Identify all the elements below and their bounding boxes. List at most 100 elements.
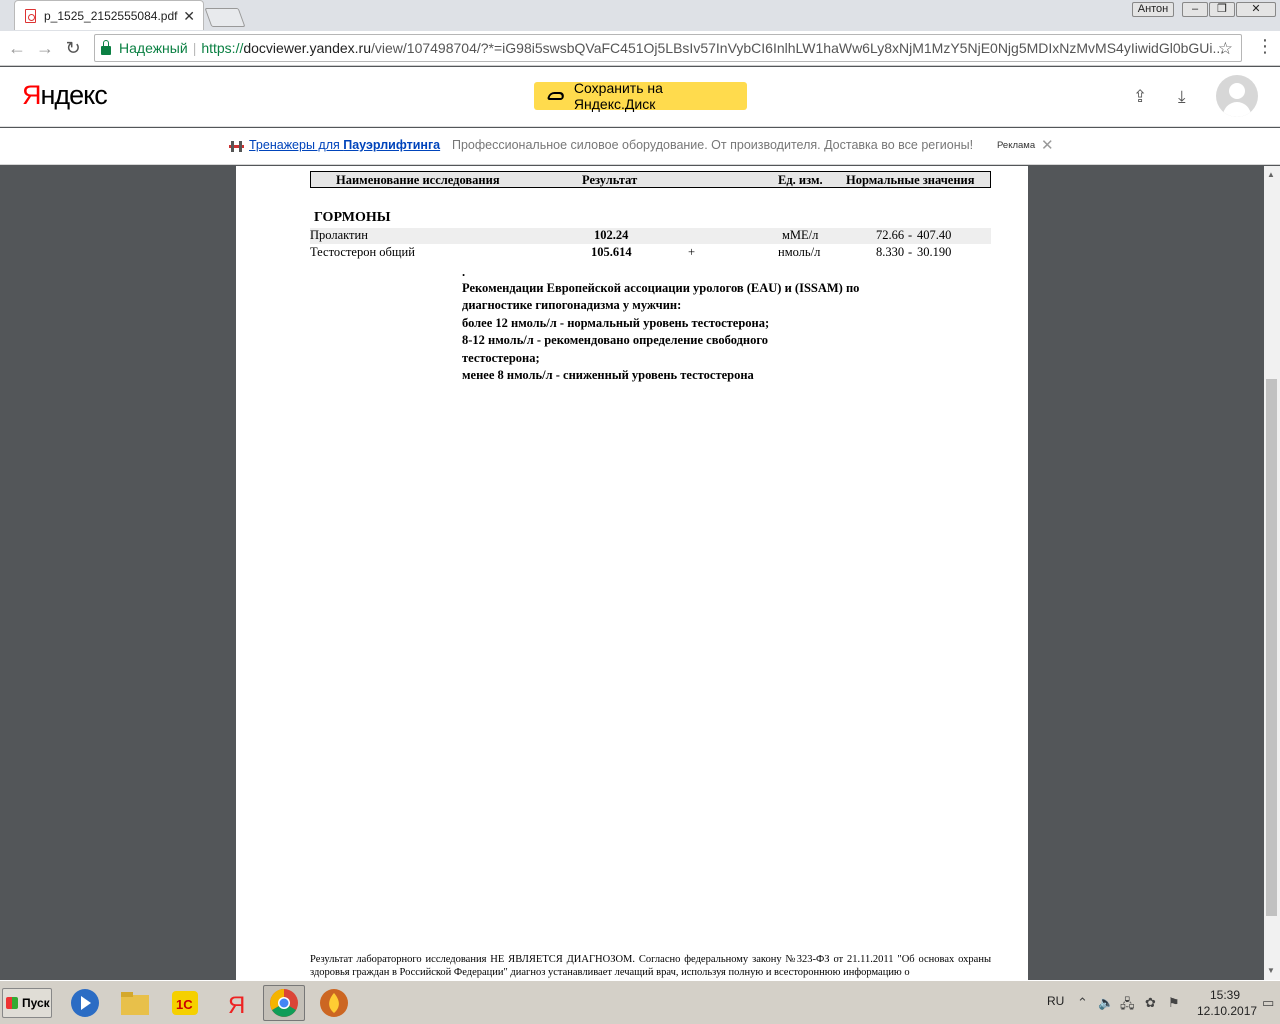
network-icon[interactable]: 🖧	[1120, 995, 1135, 1017]
fire-icon	[320, 989, 348, 1017]
ad-link-bold: Пауэрлифтинга	[343, 138, 441, 152]
bookmark-star-icon[interactable]: ☆	[1218, 39, 1233, 59]
url-path: /view/107498704/?*=iG98i5swsbQVaFC451Oj5…	[371, 40, 1225, 56]
windows-flag-icon	[6, 997, 18, 1009]
table-row: Тестостерон общий 105.614 + нмоль/л 8.33…	[310, 245, 991, 261]
folder-icon	[121, 992, 149, 1015]
ad-link-text: Тренажеры для	[249, 138, 344, 152]
column-header-norm: Нормальные значения	[846, 173, 975, 187]
url-host: docviewer.yandex.ru	[243, 40, 371, 56]
save-to-disk-label: Сохранить на Яндекс.Диск	[573, 80, 663, 112]
logo-first-letter: Я	[22, 80, 41, 110]
test-flag: +	[688, 245, 696, 259]
note-line: 8-12 нмоль/л - рекомендовано определение…	[462, 333, 768, 347]
logo-rest: ндекс	[40, 80, 108, 110]
tray-expand-icon[interactable]: ⌃	[1077, 995, 1088, 1011]
tray-app-icon[interactable]: ✿	[1145, 995, 1156, 1011]
media-player-icon	[71, 989, 99, 1017]
tab-title: p_1525_2152555084.pdf	[44, 8, 178, 23]
note-line: диагностике гипогонадизма у мужчин:	[462, 298, 682, 312]
test-result: 102.24	[594, 228, 629, 242]
svg-text:Я: Я	[228, 992, 245, 1019]
taskbar-fire-app[interactable]	[313, 985, 355, 1021]
show-desktop-icon[interactable]: ▭	[1262, 995, 1274, 1011]
ad-text: Профессиональное силовое оборудование. О…	[452, 138, 974, 152]
close-window-icon[interactable]: ✕	[1236, 2, 1276, 17]
column-header-name: Наименование исследования	[336, 173, 500, 187]
note-line: тестостерона;	[462, 351, 540, 365]
avatar[interactable]	[1216, 75, 1258, 117]
maximize-icon[interactable]: ❐	[1209, 2, 1235, 17]
note-line: менее 8 нмоль/л - сниженный уровень тест…	[462, 368, 754, 382]
new-tab-button[interactable]	[204, 8, 246, 27]
action-center-icon[interactable]: ⚑	[1168, 995, 1180, 1011]
vertical-scrollbar[interactable]: ▲ ▼	[1264, 166, 1280, 980]
browser-menu-icon[interactable]: ⋮	[1256, 36, 1274, 57]
norm-high: 30.190	[917, 245, 952, 259]
column-header-result: Результат	[582, 173, 638, 187]
window-titlebar: p_1525_2152555084.pdf ✕ Антон – ❐ ✕	[0, 0, 1280, 31]
note-line: .	[462, 265, 466, 279]
column-header-unit: Ед. изм.	[778, 173, 823, 187]
document-page: Наименование исследования Результат Ед. …	[236, 166, 1028, 980]
scrollbar-thumb[interactable]	[1266, 379, 1277, 916]
norm-dash: -	[908, 228, 913, 242]
test-name: Пролактин	[310, 228, 368, 242]
taskbar-chrome[interactable]	[263, 985, 305, 1021]
results-table-header: Наименование исследования Результат Ед. …	[310, 171, 991, 188]
ad-close-icon[interactable]: ✕	[1041, 136, 1054, 154]
save-to-disk-button[interactable]: Сохранить на Яндекс.Диск	[534, 80, 747, 112]
norm-low: 72.66	[876, 228, 905, 242]
address-bar[interactable]: Надежный | https:// docviewer.yandex.ru …	[94, 34, 1242, 62]
gym-equipment-icon	[229, 141, 244, 152]
norm-high: 407.40	[917, 228, 952, 242]
language-indicator[interactable]: RU	[1047, 994, 1064, 1008]
forward-arrow-icon[interactable]: →	[34, 37, 56, 59]
test-unit: мМЕ/л	[782, 228, 819, 242]
windows-taskbar: Пуск 1C Я RU ⌃ 🔈 🖧 ✿ ⚑ 15:39 12.10.2017 …	[0, 980, 1280, 1024]
ad-link[interactable]: Тренажеры для Пауэрлифтинга	[249, 138, 440, 152]
share-icon[interactable]: ⇪	[1133, 87, 1147, 107]
ad-label: Реклама	[997, 140, 1036, 151]
test-unit: нмоль/л	[778, 245, 821, 259]
reload-icon[interactable]: ↻	[62, 37, 84, 59]
start-button[interactable]: Пуск	[2, 988, 52, 1018]
minimize-icon[interactable]: –	[1182, 2, 1208, 17]
yandex-logo[interactable]: Яндекс	[22, 80, 108, 111]
profile-user-badge[interactable]: Антон	[1132, 2, 1174, 17]
yandex-header: Яндекс Сохранить на Яндекс.Диск ⇪ ⤓	[0, 67, 1280, 127]
disclaimer-footer: Результат лабораторного исследования НЕ …	[310, 954, 991, 978]
pdf-file-icon	[25, 8, 36, 23]
security-label: Надежный	[119, 40, 188, 56]
taskbar-file-explorer[interactable]	[114, 985, 156, 1021]
clock-time[interactable]: 15:39	[1210, 988, 1240, 1002]
test-name: Тестостерон общий	[310, 245, 415, 259]
test-result: 105.614	[591, 245, 632, 259]
chrome-icon	[270, 989, 298, 1017]
section-title: ГОРМОНЫ	[314, 210, 391, 225]
lock-icon	[101, 39, 111, 55]
scroll-up-arrow-icon[interactable]: ▲	[1267, 170, 1275, 179]
tab-pdf-document[interactable]: p_1525_2152555084.pdf ✕	[14, 0, 204, 30]
scroll-down-arrow-icon[interactable]: ▼	[1267, 966, 1275, 975]
svg-text:1C: 1C	[176, 997, 193, 1012]
tab-close-icon[interactable]: ✕	[183, 9, 195, 23]
browser-toolbar: ← → ↻ Надежный | https:// docviewer.yand…	[0, 31, 1280, 66]
norm-dash: -	[908, 245, 913, 259]
volume-icon[interactable]: 🔈	[1098, 995, 1114, 1011]
download-icon[interactable]: ⤓	[1178, 87, 1186, 107]
url-scheme: https://	[201, 40, 244, 56]
1c-app-icon: 1C	[172, 991, 198, 1015]
taskbar-media-player[interactable]	[64, 985, 106, 1021]
omnibox-separator: |	[192, 40, 197, 56]
note-line: более 12 нмоль/л - нормальный уровень те…	[462, 316, 770, 330]
back-arrow-icon[interactable]: ←	[6, 37, 28, 59]
start-label: Пуск	[22, 996, 50, 1010]
disk-icon	[546, 92, 565, 100]
taskbar-yandex-browser[interactable]: Я	[214, 985, 256, 1021]
yandex-browser-icon: Я	[228, 992, 245, 1019]
clock-date[interactable]: 12.10.2017	[1197, 1004, 1257, 1018]
norm-low: 8.330	[876, 245, 905, 259]
taskbar-1c-app[interactable]: 1C	[164, 985, 206, 1021]
note-line: Рекомендации Европейской ассоциации урол…	[462, 281, 860, 295]
